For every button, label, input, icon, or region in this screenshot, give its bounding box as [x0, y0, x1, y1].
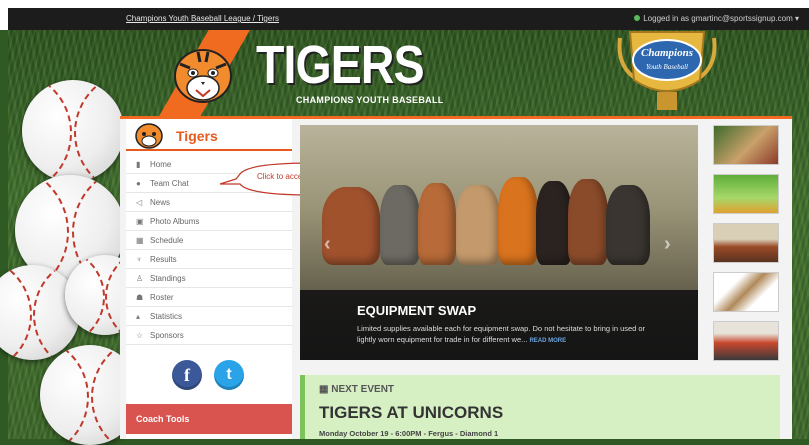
sidebar-item-label: Home: [150, 159, 172, 169]
thumbnail-2[interactable]: [713, 174, 779, 214]
sidebar-item-photo-albums[interactable]: ▣ Photo Albums: [126, 212, 292, 231]
breadcrumb[interactable]: Champions Youth Baseball League / Tigers: [126, 14, 279, 23]
glove-image: [456, 185, 500, 265]
glove-image: [380, 185, 420, 265]
sidebar-team-name: Tigers: [176, 128, 218, 144]
trophy-logo-icon: Champions Youth Baseball: [617, 31, 717, 110]
sidebar-item-label: Standings: [150, 273, 186, 283]
glove-image: [568, 179, 608, 265]
next-event-card[interactable]: ▦ NEXT EVENT TIGERS AT UNICORNS Monday O…: [300, 375, 780, 439]
carousel-description-text: Limited supplies available each for equi…: [357, 324, 646, 344]
login-text: Logged in as gmartinc@sportssignup.com: [643, 14, 793, 23]
sidebar-item-label: Schedule: [150, 235, 184, 245]
sidebar-item-sponsors[interactable]: ☆ Sponsors: [126, 326, 292, 345]
sidebar-header: Tigers: [126, 119, 292, 153]
standings-icon: ♙: [136, 273, 144, 283]
thumbnail-3[interactable]: [713, 223, 779, 263]
image-icon: ▣: [136, 216, 144, 226]
carousel-title[interactable]: EQUIPMENT SWAP: [357, 303, 476, 318]
sidebar-item-label: Results: [150, 254, 177, 264]
tiger-logo-icon: [174, 49, 232, 103]
next-event-details: Monday October 19 - 6:00PM - Fergus - Di…: [319, 429, 499, 438]
twitter-icon[interactable]: t: [214, 360, 244, 390]
sidebar-item-standings[interactable]: ♙ Standings: [126, 269, 292, 288]
read-more-link[interactable]: READ MORE: [529, 338, 566, 344]
stats-icon: ▴: [136, 311, 141, 321]
baseball-image: [22, 80, 124, 182]
sidebar-header-bar: [126, 149, 292, 151]
sidebar-item-label: News: [150, 197, 171, 207]
trophy-text-2: Youth Baseball: [646, 63, 688, 71]
login-status[interactable]: Logged in as gmartinc@sportssignup.com ▾: [634, 14, 799, 23]
chevron-down-icon: ▾: [794, 14, 799, 23]
sidebar-item-schedule[interactable]: ▦ Schedule: [126, 231, 292, 250]
team-subtitle: CHAMPIONS YOUTH BASEBALL: [296, 95, 444, 105]
trophy-text-1: Champions: [641, 47, 693, 59]
glove-image: [606, 185, 650, 265]
sidebar-item-label: Roster: [150, 292, 174, 302]
sidebar-item-results[interactable]: ♆ Results: [126, 250, 292, 269]
team-title: TIGERS: [256, 35, 425, 95]
sidebar-item-label: Team Chat: [150, 178, 189, 188]
trophy-icon: ♆: [136, 254, 142, 264]
online-status-icon: [634, 15, 641, 21]
star-icon: ☆: [136, 330, 144, 340]
carousel-caption: EQUIPMENT SWAP Limited supplies availabl…: [300, 290, 698, 360]
calendar-icon: ▦: [319, 384, 332, 395]
facebook-icon[interactable]: f: [172, 360, 202, 390]
carousel-prev-icon[interactable]: ‹: [324, 233, 331, 256]
calendar-icon: ▦: [136, 235, 144, 245]
thumbnail-5[interactable]: [713, 321, 779, 361]
megaphone-icon: ◁: [136, 197, 143, 207]
glove-image: [322, 187, 380, 265]
tiger-avatar-icon: [135, 123, 163, 149]
sidebar-item-label: Statistics: [150, 311, 183, 321]
glove-image: [418, 183, 456, 265]
glove-image: [536, 181, 572, 265]
coach-tools-label: Coach Tools: [136, 414, 190, 424]
thumbnail-4[interactable]: [713, 272, 779, 312]
sidebar-item-label: Photo Albums: [150, 216, 200, 226]
next-event-label: ▦ NEXT EVENT: [319, 384, 394, 395]
sidebar-item-statistics[interactable]: ▴ Statistics: [126, 307, 292, 326]
sidebar-item-label: Sponsors: [150, 330, 184, 340]
sidebar-item-roster[interactable]: ☗ Roster: [126, 288, 292, 307]
carousel-description: Limited supplies available each for equi…: [357, 323, 657, 347]
users-icon: ☗: [136, 292, 144, 302]
coach-tools-button[interactable]: Coach Tools: [126, 404, 292, 434]
next-event-label-text: NEXT EVENT: [331, 384, 395, 395]
next-event-title: TIGERS AT UNICORNS: [319, 403, 504, 422]
glove-image: [498, 177, 538, 265]
thumbnail-1[interactable]: [713, 125, 779, 165]
bar-chart-icon: ▮: [136, 159, 141, 169]
carousel-next-icon[interactable]: ›: [664, 233, 671, 256]
chat-icon: ●: [136, 178, 141, 188]
